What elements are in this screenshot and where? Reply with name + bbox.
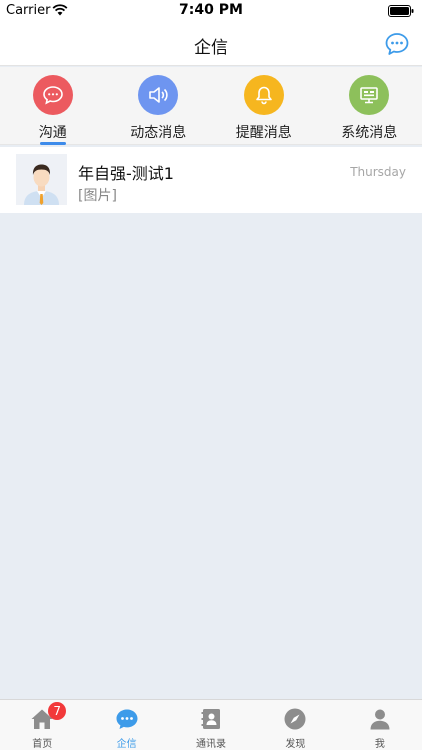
- bell-icon: [243, 75, 284, 115]
- tab-label: 发现: [285, 739, 306, 750]
- status-time: 7:40 PM: [179, 2, 243, 18]
- active-tab-underline: [39, 142, 66, 145]
- new-chat-icon[interactable]: [384, 31, 410, 57]
- category-dynamic-messages[interactable]: 动态消息: [106, 67, 212, 144]
- tab-bar: 7 首页 企信 通讯录 发现 我: [0, 699, 422, 750]
- page-title: 企信: [194, 38, 228, 58]
- category-reminder-messages[interactable]: 提醒消息: [211, 67, 317, 144]
- tab-me[interactable]: 我: [338, 700, 422, 750]
- category-label: 动态消息: [130, 125, 187, 141]
- conversation-row[interactable]: 年自强-测试1 [图片] Thursday: [0, 147, 422, 213]
- contacts-icon: [201, 709, 221, 729]
- nav-bar: 企信: [0, 22, 422, 66]
- category-strip: 沟通 动态消息 提醒消息 系统消息: [0, 67, 422, 145]
- category-system-messages[interactable]: 系统消息: [317, 67, 422, 144]
- category-label: 提醒消息: [235, 125, 292, 141]
- chat-bubble-icon: [32, 75, 73, 115]
- battery-icon: [388, 5, 414, 17]
- monitor-icon: [349, 75, 390, 115]
- chat-icon: [116, 709, 138, 729]
- profile-icon: [370, 709, 390, 730]
- tab-label: 我: [374, 739, 385, 750]
- tab-home[interactable]: 7 首页: [0, 700, 84, 750]
- notification-badge: 7: [48, 702, 67, 720]
- status-bar: Carrier 7:40 PM: [0, 0, 422, 22]
- tab-label: 通讯录: [196, 739, 227, 750]
- speaker-icon: [138, 75, 179, 115]
- tab-messages[interactable]: 企信: [84, 700, 168, 750]
- tab-contacts[interactable]: 通讯录: [169, 700, 253, 750]
- conversation-time: Thursday: [350, 165, 406, 179]
- conversation-preview: [图片]: [78, 188, 117, 204]
- tab-label: 首页: [32, 739, 53, 750]
- conversation-name: 年自强-测试1: [78, 164, 174, 183]
- screen: Carrier 7:40 PM 企信 沟通 动态消息 提醒消息 系统消息 年自强…: [0, 0, 422, 750]
- compass-icon: [284, 708, 306, 730]
- category-label: 系统消息: [341, 125, 398, 141]
- person-avatar-icon: [16, 154, 67, 205]
- tab-label: 企信: [116, 739, 137, 750]
- category-chat[interactable]: 沟通: [0, 67, 106, 145]
- category-label: 沟通: [38, 125, 67, 141]
- tab-discover[interactable]: 发现: [253, 700, 337, 750]
